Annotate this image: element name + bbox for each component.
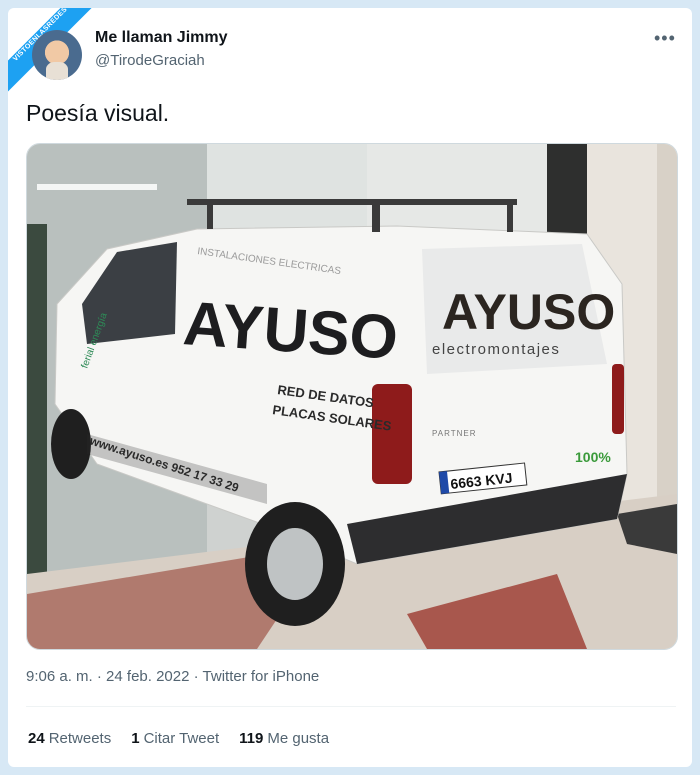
author-name[interactable]: Me llaman Jimmy	[95, 29, 228, 47]
eco-badge: 100%	[575, 449, 611, 465]
tweet-meta: 9:06 a. m. · 24 feb. 2022 · Twitter for …	[26, 668, 319, 685]
tweet-stats: 24 Retweets 1 Citar Tweet 119 Me gusta	[28, 730, 329, 747]
tweet-photo[interactable]: INSTALACIONES ELECTRICAS AYUSO RED DE DA…	[26, 143, 678, 650]
tweet-time[interactable]: 9:06 a. m.	[26, 668, 93, 685]
tweet-card: VISTOENLASREDES .com Me llaman Jimmy @Ti…	[8, 8, 692, 767]
tweet-date[interactable]: 24 feb. 2022	[106, 668, 189, 685]
rear-brand-sub: electromontajes	[432, 341, 560, 358]
retweets-stat[interactable]: 24 Retweets	[28, 730, 111, 747]
tweet-client[interactable]: Twitter for iPhone	[203, 668, 320, 685]
author-handle[interactable]: @TirodeGraciah	[95, 52, 205, 69]
retweets-label: Retweets	[48, 730, 112, 747]
model-text: PARTNER	[432, 429, 477, 438]
quote-label: Citar Tweet	[143, 730, 220, 747]
tweet-text: Poesía visual.	[26, 100, 170, 126]
meta-separator: ·	[96, 668, 102, 685]
likes-stat[interactable]: 119 Me gusta	[239, 730, 329, 747]
quote-stat[interactable]: 1 Citar Tweet	[131, 730, 219, 747]
retweets-count: 24	[28, 730, 45, 747]
likes-label: Me gusta	[267, 730, 330, 747]
van-photo: INSTALACIONES ELECTRICAS AYUSO RED DE DA…	[27, 144, 677, 649]
rear-brand: AYUSO	[442, 284, 615, 340]
avatar[interactable]	[32, 30, 82, 80]
more-dots-icon[interactable]: •••	[654, 28, 676, 49]
quote-count: 1	[131, 730, 140, 747]
likes-count: 119	[239, 730, 264, 747]
divider	[26, 706, 676, 707]
meta-separator: ·	[193, 668, 199, 685]
